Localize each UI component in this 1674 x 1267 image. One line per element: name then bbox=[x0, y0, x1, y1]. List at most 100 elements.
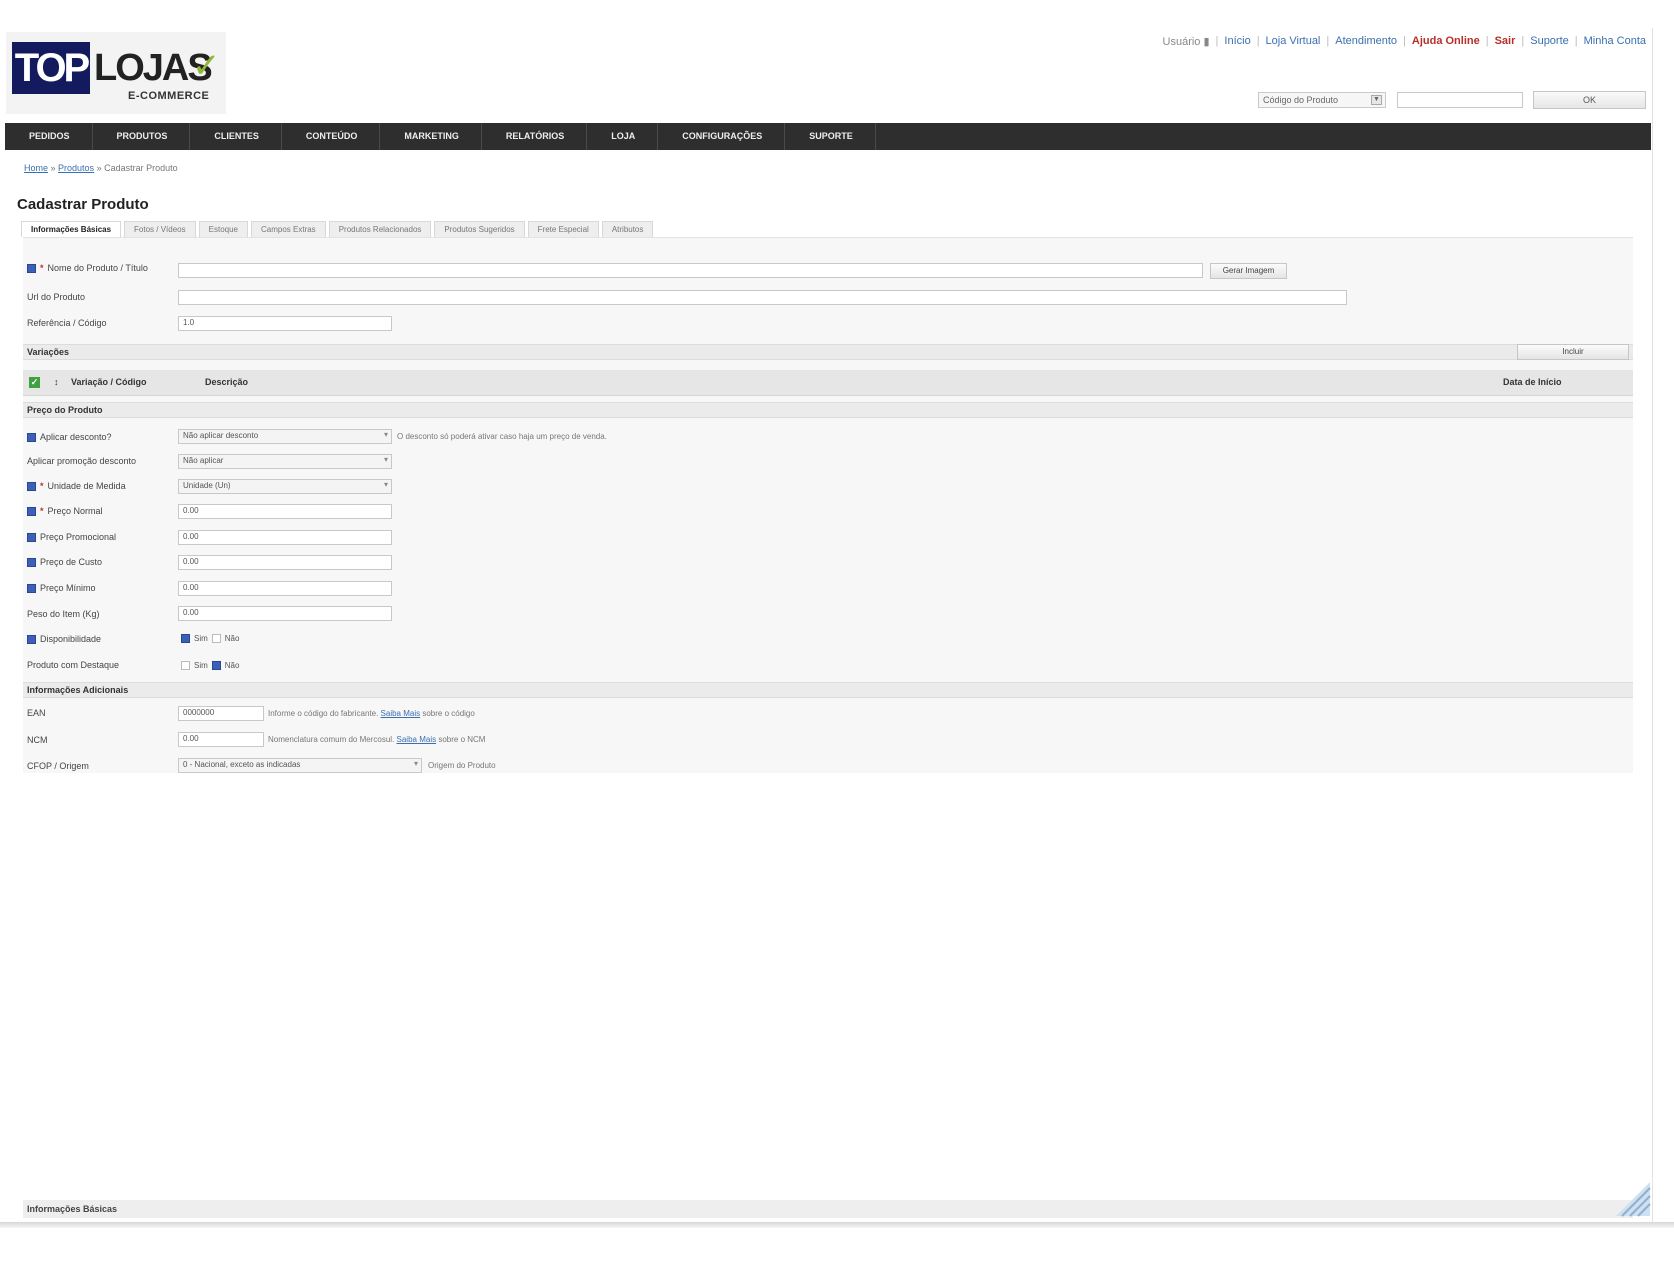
search-input[interactable] bbox=[1397, 92, 1523, 108]
weight-label: Peso do Item (Kg) bbox=[27, 609, 100, 619]
nav-marketing[interactable]: MARKETING bbox=[380, 123, 482, 150]
toplink-inicio[interactable]: Início bbox=[1224, 35, 1250, 48]
promo-price-label: Preço Promocional bbox=[27, 532, 116, 542]
checkbox-icon[interactable] bbox=[27, 557, 36, 567]
price-input[interactable]: 0.00 bbox=[178, 504, 392, 519]
product-url-input[interactable] bbox=[178, 290, 1347, 305]
ncm-label: NCM bbox=[27, 735, 48, 745]
col-start-date: Data de Início bbox=[1503, 377, 1562, 387]
ncm-input[interactable]: 0.00 bbox=[178, 732, 264, 747]
availability-yes-radio[interactable] bbox=[181, 634, 190, 643]
name-label: * Nome do Produto / Título bbox=[27, 263, 148, 273]
nav-produtos[interactable]: PRODUTOS bbox=[93, 123, 191, 150]
chevron-down-icon: ▼ bbox=[1371, 95, 1382, 105]
availability-no-radio[interactable] bbox=[211, 634, 221, 643]
resize-handle-icon[interactable] bbox=[1612, 1170, 1652, 1218]
checkbox-icon[interactable] bbox=[27, 481, 36, 491]
page-title: Cadastrar Produto bbox=[17, 196, 149, 213]
store-logo[interactable]: TOP LOJAS ✓ E-COMMERCE bbox=[6, 32, 226, 114]
search-type-value: Código do Produto bbox=[1263, 95, 1339, 105]
toplink-atendimento[interactable]: Atendimento bbox=[1335, 35, 1397, 48]
checkbox-icon[interactable] bbox=[27, 583, 36, 593]
cost-input[interactable]: 0.00 bbox=[178, 555, 392, 570]
ncm-learn-more-link[interactable]: Saiba Mais bbox=[397, 735, 437, 744]
check-icon[interactable]: ✓ bbox=[29, 377, 40, 388]
promo-select[interactable]: Não aplicar bbox=[178, 454, 392, 469]
promo-price-input[interactable]: 0.00 bbox=[178, 530, 392, 545]
ean-label: EAN bbox=[27, 708, 46, 718]
nav-loja[interactable]: LOJA bbox=[587, 123, 659, 150]
weight-input[interactable]: 0.00 bbox=[178, 606, 392, 621]
toplink-ajuda-online[interactable]: Ajuda Online bbox=[1412, 35, 1480, 48]
check-icon: ✓ bbox=[192, 47, 221, 85]
unit-label: * Unidade de Medida bbox=[27, 481, 126, 491]
toplink-minha-conta[interactable]: Minha Conta bbox=[1584, 35, 1646, 48]
main-nav: PEDIDOS PRODUTOS CLIENTES CONTEÚDO MARKE… bbox=[5, 123, 1651, 150]
prices-section: Preço do Produto bbox=[23, 402, 1633, 418]
nav-pedidos[interactable]: PEDIDOS bbox=[5, 123, 93, 150]
breadcrumb-home[interactable]: Home bbox=[24, 163, 48, 173]
checkbox-icon[interactable] bbox=[27, 532, 36, 542]
origin-select[interactable]: 0 - Nacional, exceto as indicadas bbox=[178, 758, 422, 773]
search-button[interactable]: OK bbox=[1533, 91, 1646, 109]
discount-label: Aplicar desconto? bbox=[27, 432, 112, 442]
featured-radios: Sim Não bbox=[181, 661, 239, 670]
url-label: Url do Produto bbox=[27, 292, 86, 302]
generate-image-button[interactable]: Gerar Imagem bbox=[1210, 263, 1287, 279]
discount-select[interactable]: Não aplicar desconto bbox=[178, 429, 392, 444]
min-price-label: Preço Mínimo bbox=[27, 583, 96, 593]
reference-label: Referência / Código bbox=[27, 318, 107, 328]
promo-label: Aplicar promoção desconto bbox=[27, 456, 137, 466]
nav-configuracoes[interactable]: CONFIGURAÇÕES bbox=[658, 123, 786, 150]
product-name-input[interactable] bbox=[178, 263, 1203, 278]
status-bar: Informações Básicas bbox=[23, 1200, 1633, 1218]
checkbox-icon[interactable] bbox=[27, 263, 36, 273]
checkbox-icon[interactable] bbox=[27, 432, 36, 442]
variations-section: Variações bbox=[23, 344, 1633, 360]
additional-info-section: Informações Adicionais bbox=[23, 682, 1633, 698]
tab-atributos[interactable]: Atributos bbox=[601, 221, 654, 237]
logo-top-text: TOP bbox=[12, 42, 90, 94]
availability-label: Disponibilidade bbox=[27, 634, 101, 644]
toplink-sair[interactable]: Sair bbox=[1495, 35, 1516, 48]
col-description: Descrição bbox=[205, 377, 249, 387]
breadcrumb: Home » Produtos » Cadastrar Produto bbox=[24, 163, 178, 173]
checkbox-icon[interactable] bbox=[27, 634, 36, 644]
ean-learn-more-link[interactable]: Saiba Mais bbox=[381, 709, 421, 718]
ean-input[interactable]: 0000000 bbox=[178, 706, 264, 721]
tab-produtos-relacionados[interactable]: Produtos Relacionados bbox=[328, 221, 432, 237]
nav-conteudo[interactable]: CONTEÚDO bbox=[282, 123, 381, 150]
reference-input[interactable]: 1.0 bbox=[178, 316, 392, 331]
availability-radios: Sim Não bbox=[181, 634, 239, 643]
breadcrumb-produtos[interactable]: Produtos bbox=[58, 163, 94, 173]
search-type-select[interactable]: Código do Produto ▼ bbox=[1258, 92, 1386, 108]
nav-suporte[interactable]: SUPORTE bbox=[785, 123, 876, 150]
tab-frete-especial[interactable]: Frete Especial bbox=[527, 221, 599, 237]
nav-relatorios[interactable]: RELATÓRIOS bbox=[482, 123, 588, 150]
featured-no-radio[interactable] bbox=[211, 661, 221, 670]
discount-hint: O desconto só poderá ativar caso haja um… bbox=[397, 432, 607, 441]
form-tabs: Informações Básicas Fotos / Vídeos Estoq… bbox=[21, 221, 654, 237]
user-name: Usuário ▮ bbox=[1162, 36, 1210, 48]
breadcrumb-current: Cadastrar Produto bbox=[104, 163, 178, 173]
featured-label: Produto com Destaque bbox=[27, 660, 120, 670]
tab-produtos-sugeridos[interactable]: Produtos Sugeridos bbox=[434, 221, 525, 237]
tab-campos-extras[interactable]: Campos Extras bbox=[251, 221, 326, 237]
toplink-loja-virtual[interactable]: Loja Virtual bbox=[1266, 35, 1321, 48]
logo-subtitle: E-COMMERCE bbox=[128, 90, 210, 102]
unit-select[interactable]: Unidade (Un) bbox=[178, 479, 392, 494]
add-variation-button[interactable]: Incluir bbox=[1517, 344, 1629, 360]
min-price-input[interactable]: 0.00 bbox=[178, 581, 392, 596]
checkbox-icon[interactable] bbox=[27, 506, 36, 516]
tab-informacoes-basicas[interactable]: Informações Básicas bbox=[21, 221, 122, 237]
col-variation-code: Variação / Código bbox=[71, 377, 147, 387]
nav-clientes[interactable]: CLIENTES bbox=[190, 123, 282, 150]
tab-estoque[interactable]: Estoque bbox=[198, 221, 248, 237]
sort-icon: ↕ bbox=[54, 377, 59, 387]
page: TOP LOJAS ✓ E-COMMERCE Usuário ▮ | Iníci… bbox=[0, 0, 1674, 1267]
top-links: Usuário ▮ | Início | Loja Virtual | Aten… bbox=[1162, 35, 1646, 48]
toplink-suporte[interactable]: Suporte bbox=[1530, 35, 1569, 48]
tab-fotos-videos[interactable]: Fotos / Vídeos bbox=[124, 221, 196, 237]
frame-bottom-edge bbox=[0, 1222, 1674, 1228]
featured-yes-radio[interactable] bbox=[181, 661, 190, 670]
